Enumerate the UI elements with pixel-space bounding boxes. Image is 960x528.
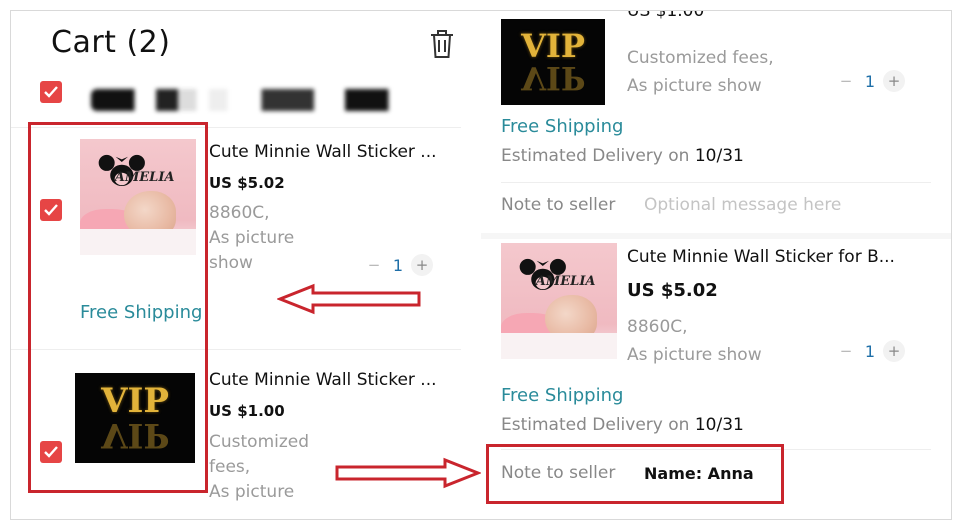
top-item-variant[interactable]: Customized fees, As picture show <box>627 44 774 100</box>
top-item-image[interactable]: VIP VIP <box>501 19 605 105</box>
cart-title: Cart (2) <box>51 25 171 60</box>
checkout-item-quantity-stepper: − 1 + <box>835 340 905 362</box>
item-1-variant[interactable]: 8860C, As picture show <box>209 201 294 276</box>
delivery-label: Estimated Delivery on <box>501 146 695 166</box>
note-1-input[interactable]: Optional message here <box>644 195 841 215</box>
item-2-checkout-image[interactable]: AMELIA <box>501 243 617 359</box>
annotation-note-highlight-box <box>486 444 784 504</box>
trash-icon[interactable] <box>427 27 457 61</box>
checkout-item-price: US $5.02 <box>627 280 718 301</box>
quantity-value[interactable]: 1 <box>857 72 883 91</box>
decrease-button[interactable]: − <box>835 340 857 362</box>
vip-reflection: VIP <box>521 59 585 97</box>
item-1-title[interactable]: Cute Minnie Wall Sticker ... <box>209 142 459 162</box>
delivery-date: 10/31 <box>694 415 744 435</box>
variant-line: As picture <box>209 228 295 248</box>
item-2-variant[interactable]: Customized fees, As picture <box>209 430 309 505</box>
variant-line: Customized <box>209 432 310 452</box>
annotation-arrow-right-icon <box>335 457 481 489</box>
variant-line: Customized fees, <box>627 48 774 68</box>
increase-button[interactable]: + <box>883 340 905 362</box>
note-1-label: Note to seller <box>501 195 616 215</box>
variant-line: 8860C, <box>209 203 270 223</box>
variant-line: As picture show <box>627 345 762 365</box>
cart-panel: Cart (2) AMELIA Cute Minnie Wall Sticker <box>11 11 481 519</box>
annotation-arrow-left-icon <box>277 283 421 315</box>
delivery-date: 10/31 <box>694 146 744 166</box>
shipping-1: Free Shipping <box>501 116 624 137</box>
variant-line: show <box>209 253 253 273</box>
top-item-price: US $1.00 <box>627 10 705 21</box>
sheet-shape <box>501 333 617 359</box>
shipping-2: Free Shipping <box>501 385 624 406</box>
select-all-checkbox[interactable] <box>40 81 62 103</box>
delivery-label: Estimated Delivery on <box>501 415 695 435</box>
top-item-quantity-stepper: − 1 + <box>835 70 905 92</box>
divider <box>501 182 931 183</box>
variant-line: fees, <box>209 457 251 477</box>
item-1-price: US $5.02 <box>209 174 285 192</box>
increase-button[interactable]: + <box>883 70 905 92</box>
delivery-1: Estimated Delivery on 10/31 <box>501 146 744 166</box>
item-1-quantity-stepper: − 1 + <box>363 254 433 276</box>
screenshot-frame: Cart (2) AMELIA Cute Minnie Wall Sticker <box>10 10 952 520</box>
delivery-2: Estimated Delivery on 10/31 <box>501 415 744 435</box>
decrease-button[interactable]: − <box>363 254 385 276</box>
variant-line: As picture <box>209 482 295 502</box>
quantity-value[interactable]: 1 <box>385 256 411 275</box>
top-item-price-text: US $1.00 <box>627 10 705 21</box>
variant-line: 8860C, <box>627 317 688 337</box>
section-gap <box>481 233 951 239</box>
variant-line: As picture show <box>627 76 762 96</box>
store-name-redacted <box>91 89 401 111</box>
item-2-title[interactable]: Cute Minnie Wall Sticker ... <box>209 370 459 390</box>
increase-button[interactable]: + <box>411 254 433 276</box>
decrease-button[interactable]: − <box>835 70 857 92</box>
checkout-item-variant[interactable]: 8860C, As picture show <box>627 313 762 369</box>
item-image-text: AMELIA <box>535 274 596 290</box>
item-2-price: US $1.00 <box>209 402 285 420</box>
annotation-highlight-box <box>28 122 208 493</box>
checkout-item-title[interactable]: Cute Minnie Wall Sticker for B... <box>627 247 923 267</box>
vip-text: VIP <box>521 27 585 65</box>
quantity-value[interactable]: 1 <box>857 342 883 361</box>
checkout-panel: VIP VIP US $1.00 Customized fees, As pic… <box>481 10 951 519</box>
